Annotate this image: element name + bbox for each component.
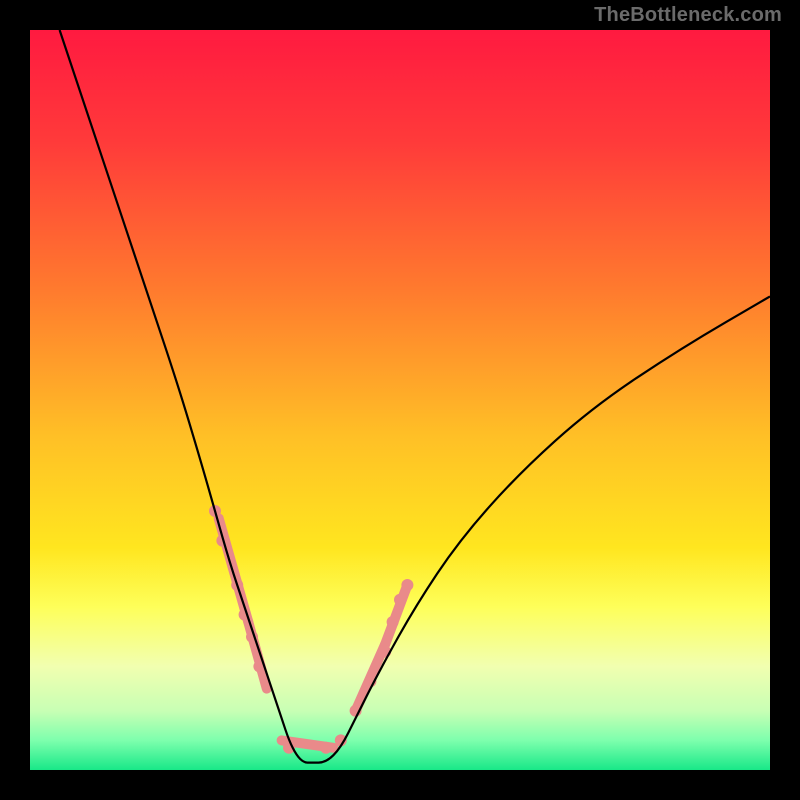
- highlight-dot: [401, 579, 413, 591]
- highlight-dot: [320, 742, 332, 754]
- watermark-text: TheBottleneck.com: [594, 4, 782, 27]
- highlight-dot: [394, 594, 406, 606]
- plot-background: [30, 30, 770, 770]
- highlight-dot: [387, 616, 399, 628]
- bottleneck-chart: [0, 0, 800, 800]
